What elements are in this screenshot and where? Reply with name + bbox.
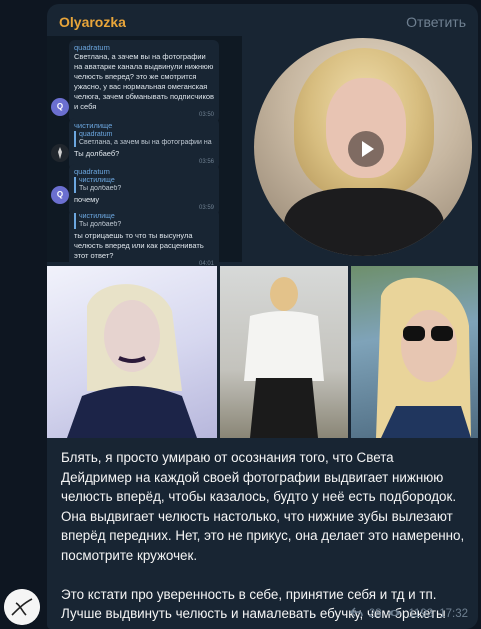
post-header: Olyarozka Ответить (47, 4, 478, 38)
chat-message: quadratum Светлана, а зачем вы на фотогр… (69, 40, 219, 123)
full-body-image (244, 277, 324, 438)
reply-quote: чистилище Ты долбаеб? (74, 177, 214, 193)
message-sender: чистилище (74, 121, 113, 130)
message-text: Ты долбаеб? (74, 149, 120, 158)
channel-avatar[interactable] (4, 589, 40, 625)
quote-text: Ты долбаеб? (79, 221, 122, 228)
views-count: 1193 (408, 608, 434, 620)
sunglasses-image (376, 277, 471, 438)
reply-button[interactable]: Ответить (406, 14, 466, 30)
video-message[interactable] (254, 38, 472, 256)
play-icon[interactable] (348, 131, 384, 167)
chat-message: чистилище quadratum Светлана, а зачем вы… (69, 118, 219, 170)
message-text: почему (74, 195, 100, 204)
channel-logo (4, 589, 40, 625)
message-sender: quadratum (74, 43, 110, 52)
post-time: 17:32 (439, 608, 468, 620)
replies-count[interactable]: 28 (369, 608, 382, 620)
photo[interactable] (351, 266, 478, 438)
avatar: Q (51, 98, 69, 116)
message-text: ты отрицаешь то что ты высунула челюсть … (74, 231, 204, 260)
channel-post: Olyarozka Ответить quadratum Светлана, а… (47, 4, 478, 629)
photo[interactable] (220, 266, 348, 438)
quote-sender: чистилище (79, 213, 115, 220)
post-author[interactable]: Olyarozka (59, 14, 126, 30)
post-meta: 28 1193 17:32 (349, 607, 468, 621)
post-text: Блять, я просто умираю от осознания того… (61, 450, 465, 629)
reply-quote: чистилище Ты долбаеб? (74, 213, 214, 229)
quote-sender: чистилище (79, 177, 115, 184)
message-sender: quadratum (74, 167, 110, 176)
avatar: Q (51, 186, 69, 204)
message-text: Светлана, а зачем вы на фотографии на ав… (74, 52, 214, 111)
reply-arrow-icon[interactable] (349, 607, 363, 621)
avatar (51, 144, 69, 162)
portrait-image (67, 284, 197, 438)
chat-message: чистилище Ты долбаеб? ты отрицаешь то чт… (69, 209, 219, 272)
photo[interactable] (47, 266, 217, 438)
reply-quote: quadratum Светлана, а зачем вы на фотогр… (74, 131, 214, 147)
screenshot-chat: quadratum Светлана, а зачем вы на фотогр… (47, 36, 242, 272)
quote-text: Ты долбаеб? (79, 185, 122, 192)
video-thumbnail-clothing (284, 188, 444, 256)
eye-icon (387, 608, 402, 621)
avatar-figure-icon (58, 147, 62, 159)
quote-text: Светлана, а зачем вы на фотографии на ав… (79, 139, 214, 146)
quote-sender: quadratum (79, 131, 113, 138)
